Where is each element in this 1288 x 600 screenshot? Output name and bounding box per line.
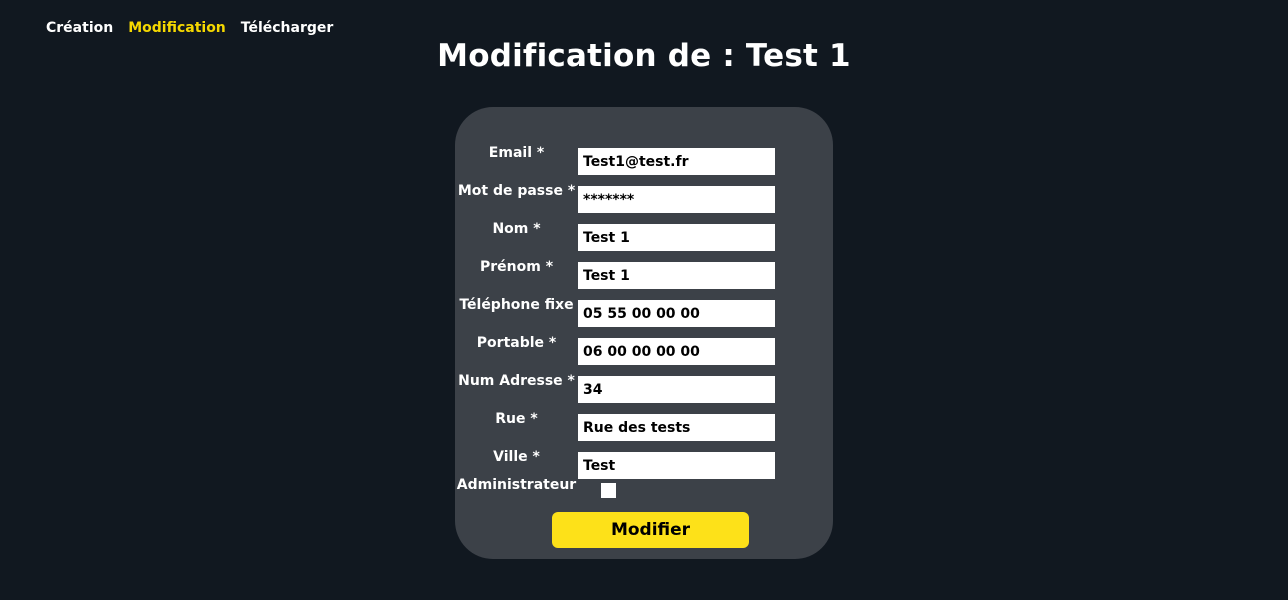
rue-field[interactable]	[578, 414, 775, 441]
portable-field[interactable]	[578, 338, 775, 365]
edit-user-form: Email * Mot de passe * Nom * Prénom * Té…	[455, 107, 833, 559]
email-field[interactable]	[578, 148, 775, 175]
num-adresse-row: Num Adresse *	[455, 373, 833, 403]
nom-row: Nom *	[455, 221, 833, 251]
telephone-fixe-row: Téléphone fixe	[455, 297, 833, 327]
telephone-fixe-field[interactable]	[578, 300, 775, 327]
telephone-fixe-label: Téléphone fixe	[459, 297, 574, 313]
nav-link-creation[interactable]: Création	[46, 18, 113, 38]
rue-row: Rue *	[455, 411, 833, 441]
num-adresse-label: Num Adresse *	[458, 373, 575, 389]
nav-link-modification[interactable]: Modification	[128, 18, 226, 38]
administrateur-checkbox[interactable]	[601, 483, 616, 498]
nom-label: Nom *	[492, 221, 541, 237]
password-label: Mot de passe *	[457, 183, 576, 199]
prenom-label: Prénom *	[479, 259, 554, 275]
ville-label: Ville *	[493, 449, 540, 465]
nav-link-telecharger[interactable]: Télécharger	[241, 18, 334, 38]
nom-field[interactable]	[578, 224, 775, 251]
portable-label: Portable *	[476, 335, 557, 351]
rue-label: Rue *	[495, 411, 538, 427]
modifier-button[interactable]: Modifier	[552, 512, 749, 548]
portable-row: Portable *	[455, 335, 833, 365]
num-adresse-field[interactable]	[578, 376, 775, 403]
administrateur-label: Administrateur	[456, 477, 577, 493]
prenom-field[interactable]	[578, 262, 775, 289]
password-field[interactable]	[578, 186, 775, 213]
email-label: Email *	[488, 145, 545, 161]
password-row: Mot de passe *	[455, 183, 833, 213]
administrateur-row: Administrateur	[455, 477, 833, 504]
page-title: Modification de : Test 1	[437, 38, 851, 74]
ville-field[interactable]	[578, 452, 775, 479]
ville-row: Ville *	[455, 449, 833, 479]
prenom-row: Prénom *	[455, 259, 833, 289]
email-row: Email *	[455, 145, 833, 175]
top-nav: Création Modification Télécharger	[46, 18, 348, 38]
